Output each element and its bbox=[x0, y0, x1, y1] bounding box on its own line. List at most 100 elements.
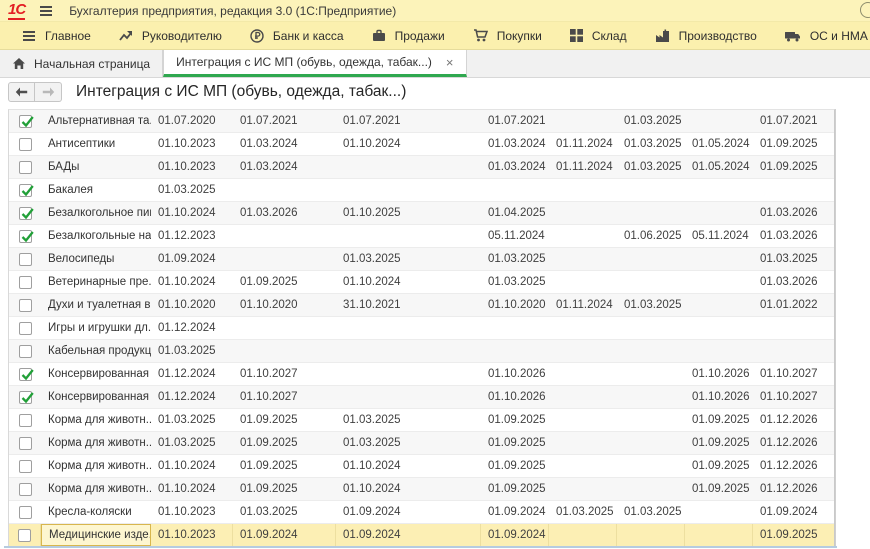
row-checkbox[interactable] bbox=[19, 368, 32, 381]
date-cell[interactable] bbox=[549, 271, 617, 293]
date-cell[interactable] bbox=[617, 409, 685, 431]
date-cell[interactable]: 01.10.2023 bbox=[151, 156, 233, 178]
row-checkbox[interactable] bbox=[18, 529, 31, 542]
date-cell[interactable]: 01.03.2025 bbox=[336, 248, 481, 270]
date-cell[interactable] bbox=[233, 225, 336, 247]
row-checkbox[interactable] bbox=[19, 345, 32, 358]
date-cell[interactable]: 01.09.2025 bbox=[753, 133, 835, 155]
date-cell[interactable] bbox=[617, 478, 685, 500]
date-cell[interactable]: 01.10.2020 bbox=[233, 294, 336, 316]
date-cell[interactable] bbox=[617, 340, 685, 362]
date-cell[interactable]: 31.10.2021 bbox=[336, 294, 481, 316]
product-group-name[interactable]: Безалкогольные на... bbox=[41, 225, 151, 247]
row-checkbox[interactable] bbox=[19, 437, 32, 450]
product-group-name[interactable]: Консервированная ... bbox=[41, 363, 151, 385]
date-cell[interactable]: 01.03.2024 bbox=[481, 133, 549, 155]
product-group-name[interactable]: Бакалея bbox=[41, 179, 151, 201]
date-cell[interactable] bbox=[685, 248, 753, 270]
date-cell[interactable]: 01.10.2025 bbox=[336, 202, 481, 224]
tab-home[interactable]: Начальная страница bbox=[0, 50, 163, 77]
date-cell[interactable]: 01.03.2025 bbox=[481, 248, 549, 270]
date-cell[interactable]: 01.09.2024 bbox=[336, 524, 481, 546]
date-cell[interactable]: 01.10.2026 bbox=[481, 386, 549, 408]
row-checkbox[interactable] bbox=[19, 184, 32, 197]
date-cell[interactable]: 01.09.2025 bbox=[233, 432, 336, 454]
date-cell[interactable] bbox=[617, 363, 685, 385]
row-checkbox[interactable] bbox=[19, 138, 32, 151]
date-cell[interactable]: 01.09.2025 bbox=[481, 455, 549, 477]
row-checkbox[interactable] bbox=[19, 483, 32, 496]
product-group-name[interactable]: Корма для животн... bbox=[41, 409, 151, 431]
product-group-name[interactable]: Медицинские изде... bbox=[41, 524, 151, 546]
date-cell[interactable]: 01.10.2024 bbox=[336, 271, 481, 293]
product-group-name[interactable]: Кресла-коляски bbox=[41, 501, 151, 523]
date-cell[interactable] bbox=[336, 340, 481, 362]
date-cell[interactable]: 01.12.2026 bbox=[753, 455, 835, 477]
date-cell[interactable] bbox=[617, 248, 685, 270]
date-cell[interactable]: 01.03.2025 bbox=[151, 179, 233, 201]
date-cell[interactable]: 01.12.2026 bbox=[753, 409, 835, 431]
date-cell[interactable] bbox=[549, 110, 617, 132]
table-row[interactable]: Велосипеды01.09.202401.03.202501.03.2025… bbox=[9, 248, 834, 271]
date-cell[interactable] bbox=[481, 179, 549, 201]
date-cell[interactable]: 01.03.2025 bbox=[549, 501, 617, 523]
table-row[interactable]: Корма для животн...01.10.202401.09.20250… bbox=[9, 455, 834, 478]
date-cell[interactable] bbox=[549, 455, 617, 477]
date-cell[interactable] bbox=[336, 386, 481, 408]
product-group-name[interactable]: Альтернативная та... bbox=[41, 110, 151, 132]
date-cell[interactable] bbox=[617, 455, 685, 477]
date-cell[interactable]: 01.03.2024 bbox=[233, 133, 336, 155]
date-cell[interactable]: 01.06.2025 bbox=[617, 225, 685, 247]
date-cell[interactable]: 01.09.2024 bbox=[233, 524, 336, 546]
date-cell[interactable]: 01.10.2020 bbox=[481, 294, 549, 316]
date-cell[interactable]: 01.10.2027 bbox=[753, 386, 835, 408]
date-cell[interactable]: 01.09.2025 bbox=[685, 432, 753, 454]
date-cell[interactable] bbox=[549, 202, 617, 224]
menu-item-bank-kassa[interactable]: Банк и касса bbox=[236, 22, 358, 49]
date-cell[interactable] bbox=[233, 248, 336, 270]
date-cell[interactable] bbox=[617, 202, 685, 224]
date-cell[interactable] bbox=[617, 432, 685, 454]
date-cell[interactable]: 01.11.2024 bbox=[549, 133, 617, 155]
date-cell[interactable] bbox=[685, 271, 753, 293]
date-cell[interactable] bbox=[617, 524, 685, 546]
date-cell[interactable]: 01.10.2024 bbox=[336, 478, 481, 500]
product-group-name[interactable]: Игры и игрушки дл... bbox=[41, 317, 151, 339]
date-cell[interactable]: 01.12.2024 bbox=[151, 386, 233, 408]
date-cell[interactable]: 01.09.2025 bbox=[753, 524, 835, 546]
date-cell[interactable]: 01.04.2025 bbox=[481, 202, 549, 224]
date-cell[interactable]: 01.03.2026 bbox=[233, 202, 336, 224]
date-cell[interactable]: 01.03.2025 bbox=[617, 501, 685, 523]
product-group-name[interactable]: Безалкогольное пиво bbox=[41, 202, 151, 224]
date-cell[interactable]: 01.03.2025 bbox=[617, 294, 685, 316]
date-cell[interactable]: 01.09.2025 bbox=[233, 455, 336, 477]
date-cell[interactable]: 05.11.2024 bbox=[685, 225, 753, 247]
date-cell[interactable]: 01.03.2025 bbox=[617, 156, 685, 178]
back-button[interactable] bbox=[8, 82, 35, 102]
date-cell[interactable]: 01.09.2025 bbox=[685, 455, 753, 477]
date-cell[interactable]: 01.09.2024 bbox=[753, 501, 835, 523]
table-row[interactable]: Медицинские изде...01.10.202301.09.20240… bbox=[9, 524, 834, 547]
product-group-name[interactable]: Духи и туалетная в... bbox=[41, 294, 151, 316]
date-cell[interactable] bbox=[617, 271, 685, 293]
date-cell[interactable]: 01.09.2024 bbox=[481, 501, 549, 523]
date-cell[interactable]: 01.03.2025 bbox=[617, 133, 685, 155]
date-cell[interactable]: 01.03.2025 bbox=[151, 432, 233, 454]
date-cell[interactable]: 01.10.2026 bbox=[685, 363, 753, 385]
date-cell[interactable]: 01.09.2025 bbox=[753, 156, 835, 178]
search-icon[interactable] bbox=[860, 2, 870, 18]
row-checkbox[interactable] bbox=[19, 161, 32, 174]
table-row[interactable]: Бакалея01.03.2025 bbox=[9, 179, 834, 202]
date-cell[interactable]: 01.12.2026 bbox=[753, 432, 835, 454]
date-cell[interactable] bbox=[481, 317, 549, 339]
date-cell[interactable]: 01.07.2021 bbox=[336, 110, 481, 132]
date-cell[interactable] bbox=[336, 225, 481, 247]
date-cell[interactable]: 01.03.2025 bbox=[151, 409, 233, 431]
date-cell[interactable]: 01.01.2022 bbox=[753, 294, 835, 316]
table-row[interactable]: Кабельная продукция01.03.2025 bbox=[9, 340, 834, 363]
date-cell[interactable]: 01.03.2024 bbox=[233, 156, 336, 178]
date-cell[interactable]: 01.07.2021 bbox=[753, 110, 835, 132]
date-cell[interactable]: 01.12.2023 bbox=[151, 225, 233, 247]
date-cell[interactable]: 01.09.2025 bbox=[685, 409, 753, 431]
date-cell[interactable]: 01.10.2023 bbox=[151, 133, 233, 155]
